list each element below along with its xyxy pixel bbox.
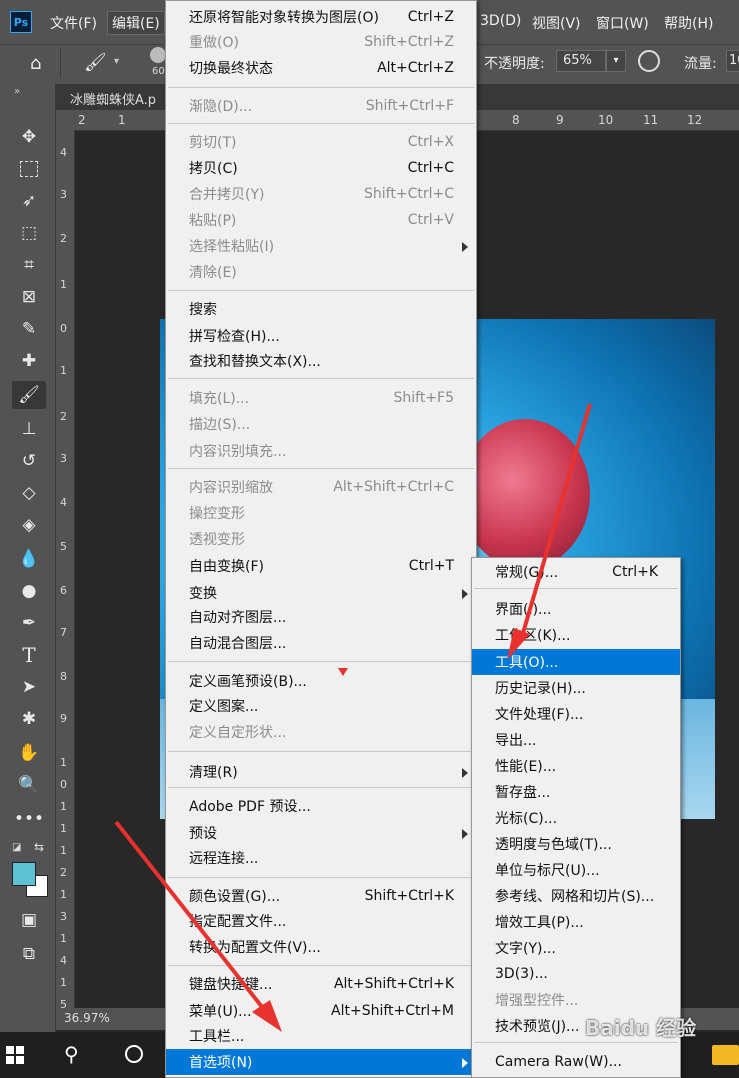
annotation-arrow-line — [519, 403, 592, 641]
annotation-arrowhead — [252, 1000, 282, 1032]
annotation-arrow-line — [114, 820, 268, 1014]
baidu-watermark: Baidu 经验 — [585, 1016, 697, 1040]
annotation-arrowhead — [507, 628, 530, 660]
annotation-marker — [338, 668, 348, 676]
annotation-layer — [114, 403, 592, 1032]
